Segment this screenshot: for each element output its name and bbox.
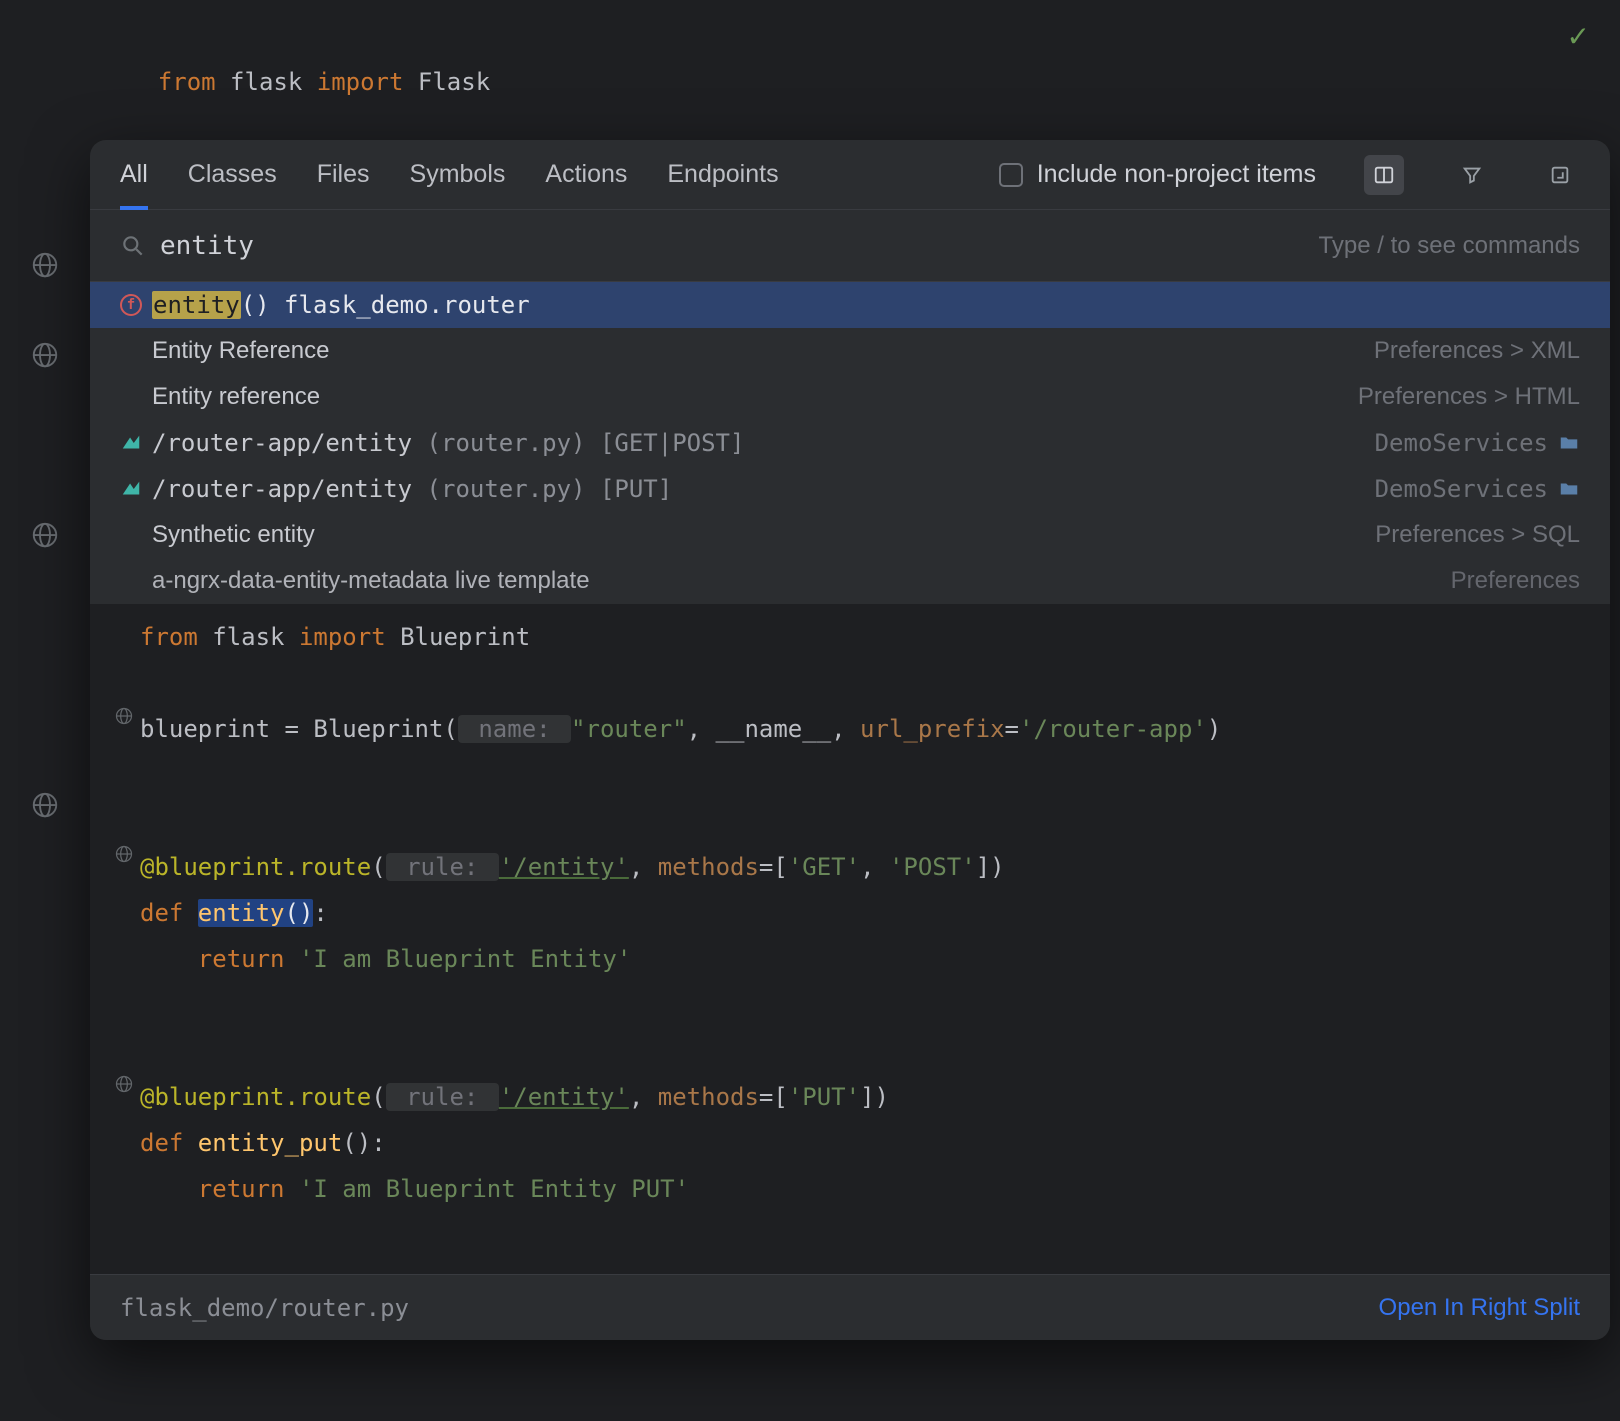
route-icon bbox=[120, 478, 142, 500]
tab-actions[interactable]: Actions bbox=[545, 140, 627, 210]
result-item[interactable]: Entity reference Preferences > HTML bbox=[90, 374, 1610, 420]
search-input[interactable] bbox=[160, 231, 1319, 261]
popup-footer: flask_demo/router.py Open In Right Split bbox=[90, 1274, 1610, 1340]
open-in-tool-window-button[interactable] bbox=[1540, 155, 1580, 195]
search-icon bbox=[120, 233, 146, 259]
tab-classes[interactable]: Classes bbox=[188, 140, 277, 210]
folder-icon bbox=[1558, 432, 1580, 454]
keyword-from: from bbox=[158, 68, 216, 96]
open-right-split-link[interactable]: Open In Right Split bbox=[1379, 1294, 1580, 1322]
include-nonproject-checkbox[interactable]: Include non-project items bbox=[999, 160, 1316, 189]
footer-path: flask_demo/router.py bbox=[120, 1294, 1379, 1322]
folder-icon bbox=[1558, 478, 1580, 500]
preview-pane: from flask import Blueprint blueprint = … bbox=[90, 604, 1610, 1274]
tab-all[interactable]: All bbox=[120, 140, 148, 210]
filter-button[interactable] bbox=[1452, 155, 1492, 195]
result-item[interactable]: /router-app/entity (router.py) [GET|POST… bbox=[90, 420, 1610, 466]
result-item[interactable]: f entity() flask_demo.router bbox=[90, 282, 1610, 328]
tab-endpoints[interactable]: Endpoints bbox=[667, 140, 778, 210]
results-list: f entity() flask_demo.router Entity Refe… bbox=[90, 282, 1610, 604]
result-item[interactable]: a-ngrx-data-entity-metadata live templat… bbox=[90, 558, 1610, 604]
tab-bar: All Classes Files Symbols Actions Endpoi… bbox=[90, 140, 1610, 210]
preview-toggle-button[interactable] bbox=[1364, 155, 1404, 195]
left-gutter bbox=[0, 0, 90, 1421]
search-everywhere-popup: All Classes Files Symbols Actions Endpoi… bbox=[90, 140, 1610, 1340]
keyword-import: import bbox=[317, 68, 404, 96]
result-item[interactable]: /router-app/entity (router.py) [PUT] Dem… bbox=[90, 466, 1610, 512]
search-hint: Type / to see commands bbox=[1319, 232, 1580, 260]
search-row: Type / to see commands bbox=[90, 210, 1610, 282]
result-item[interactable]: Synthetic entity Preferences > SQL bbox=[90, 512, 1610, 558]
tab-symbols[interactable]: Symbols bbox=[410, 140, 506, 210]
tab-files[interactable]: Files bbox=[317, 140, 370, 210]
route-icon bbox=[120, 432, 142, 454]
result-item[interactable]: Entity Reference Preferences > XML bbox=[90, 328, 1610, 374]
inspection-ok-icon: ✓ bbox=[1567, 20, 1590, 53]
function-icon: f bbox=[120, 294, 142, 316]
checkbox-icon bbox=[999, 163, 1023, 187]
